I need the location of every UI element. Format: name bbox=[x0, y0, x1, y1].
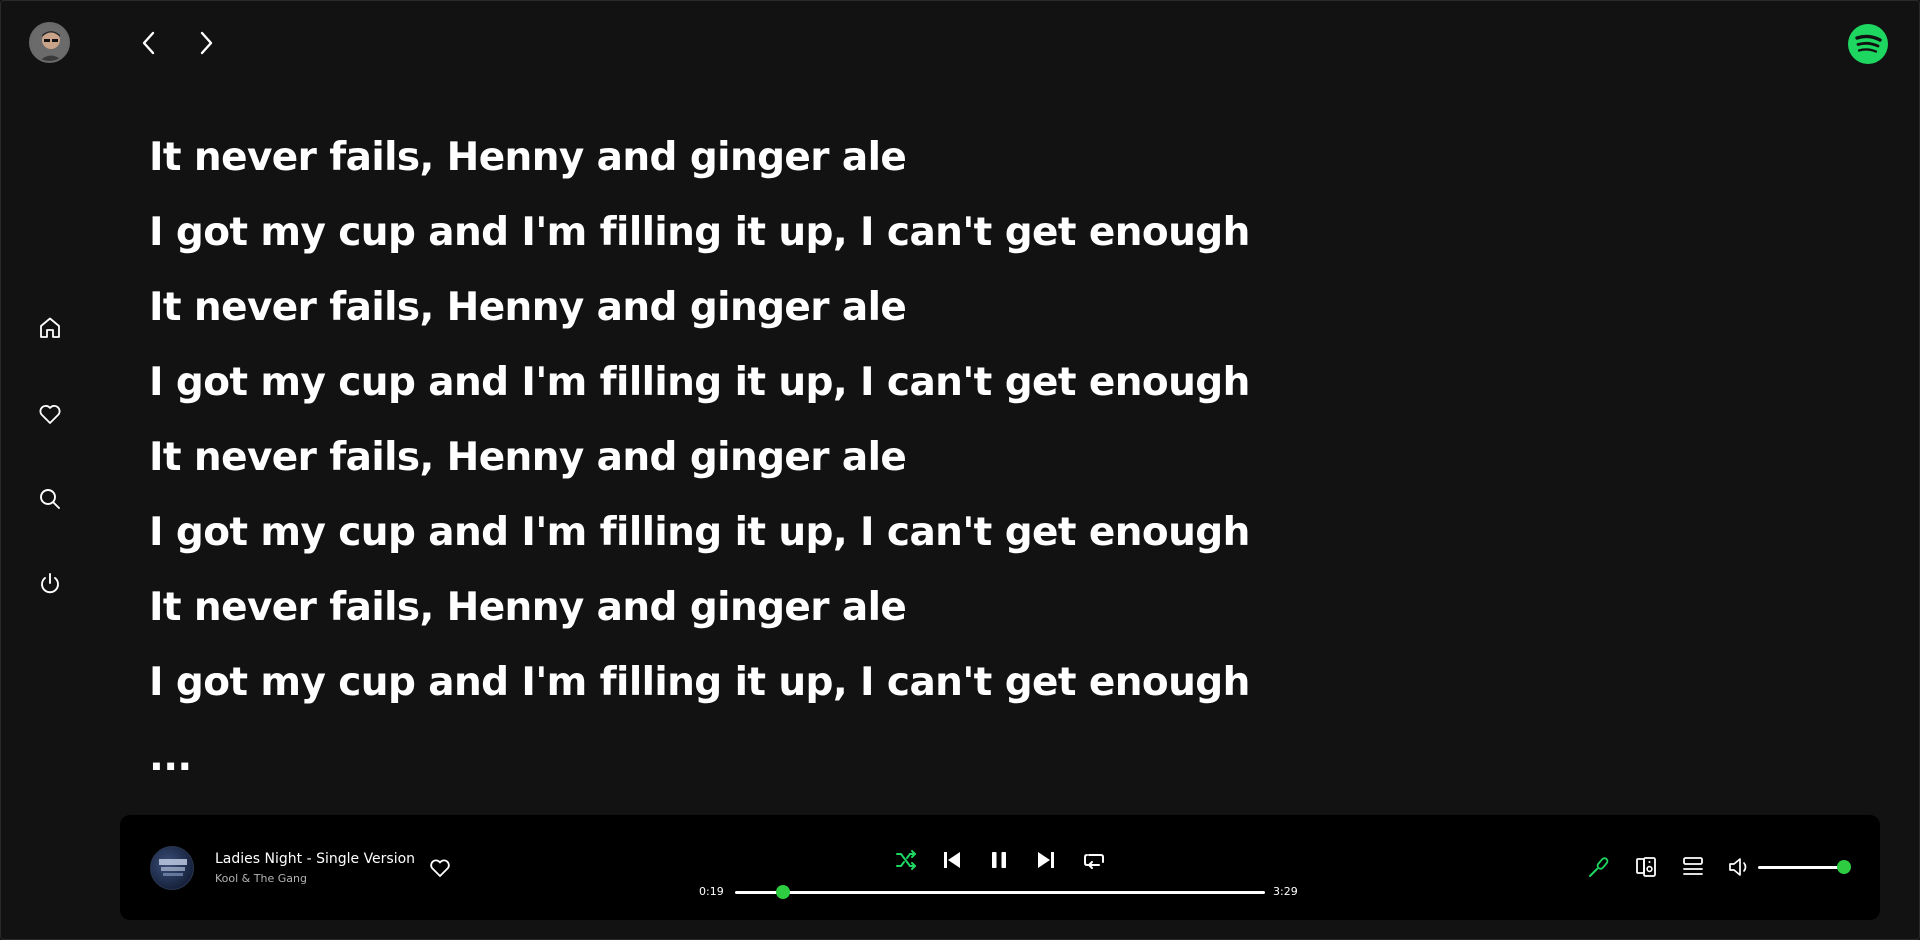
track-title[interactable]: Ladies Night - Single Version bbox=[215, 851, 415, 867]
heart-icon bbox=[430, 859, 450, 877]
home-icon bbox=[40, 317, 60, 338]
volume-icon bbox=[1729, 858, 1747, 876]
forward-button[interactable] bbox=[189, 26, 223, 60]
chevron-right-icon bbox=[200, 31, 213, 55]
skip-previous-icon bbox=[944, 852, 960, 868]
lyric-line: It never fails, Henny and ginger ale bbox=[149, 585, 907, 630]
power-icon bbox=[41, 573, 59, 594]
lyrics-button[interactable] bbox=[1585, 853, 1613, 881]
sidebar-item-liked[interactable] bbox=[33, 397, 67, 431]
album-cover[interactable] bbox=[150, 846, 194, 890]
user-avatar[interactable] bbox=[29, 22, 70, 63]
player-bar: Ladies Night - Single Version Kool & The… bbox=[120, 815, 1880, 920]
elapsed-time: 0:19 bbox=[699, 885, 724, 898]
repeat-button[interactable] bbox=[1079, 845, 1109, 875]
lyric-line: I got my cup and I'm filling it up, I ca… bbox=[149, 210, 1250, 255]
devices-button[interactable] bbox=[1632, 853, 1660, 881]
volume-knob[interactable] bbox=[1837, 860, 1851, 874]
lyric-line: It never fails, Henny and ginger ale bbox=[149, 435, 907, 480]
back-button[interactable] bbox=[132, 26, 166, 60]
queue-icon bbox=[1683, 857, 1703, 875]
previous-button[interactable] bbox=[937, 845, 967, 875]
heart-icon bbox=[39, 405, 61, 424]
chevron-left-icon bbox=[142, 31, 155, 55]
skip-next-icon bbox=[1038, 852, 1054, 868]
spotify-logo-icon[interactable] bbox=[1848, 24, 1888, 64]
lyric-ellipsis: ... bbox=[149, 735, 192, 780]
track-artist[interactable]: Kool & The Gang bbox=[215, 872, 307, 885]
sidebar-item-home[interactable] bbox=[33, 311, 67, 345]
lyric-line: It never fails, Henny and ginger ale bbox=[149, 285, 907, 330]
pause-button[interactable] bbox=[984, 845, 1014, 875]
lyric-line: I got my cup and I'm filling it up, I ca… bbox=[149, 510, 1250, 555]
mute-button[interactable] bbox=[1725, 853, 1753, 881]
pause-icon bbox=[992, 852, 1006, 868]
progress-knob[interactable] bbox=[776, 885, 791, 899]
progress-bar[interactable] bbox=[735, 885, 1265, 899]
queue-button[interactable] bbox=[1679, 853, 1707, 881]
repeat-icon bbox=[1084, 854, 1104, 869]
shuffle-button[interactable] bbox=[891, 845, 921, 875]
lyric-line: It never fails, Henny and ginger ale bbox=[149, 135, 907, 180]
lyrics-panel: It never fails, Henny and ginger ale I g… bbox=[149, 120, 1649, 820]
next-button[interactable] bbox=[1031, 845, 1061, 875]
like-button[interactable] bbox=[427, 855, 453, 881]
shuffle-icon bbox=[896, 850, 916, 870]
sidebar-item-logout[interactable] bbox=[33, 567, 67, 601]
sidebar-item-search[interactable] bbox=[33, 482, 67, 516]
lyric-line: I got my cup and I'm filling it up, I ca… bbox=[149, 360, 1250, 405]
microphone-icon bbox=[1589, 857, 1609, 877]
volume-slider[interactable] bbox=[1758, 860, 1851, 874]
devices-icon bbox=[1636, 857, 1656, 877]
duration-time: 3:29 bbox=[1273, 885, 1298, 898]
search-icon bbox=[40, 489, 60, 509]
lyric-line: I got my cup and I'm filling it up, I ca… bbox=[149, 660, 1250, 705]
